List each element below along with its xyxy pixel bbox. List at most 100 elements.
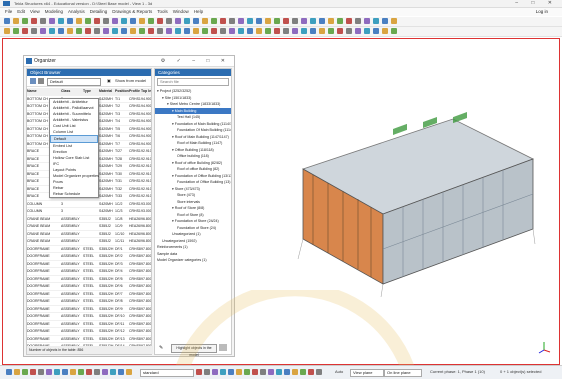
selection-switch-icon[interactable] [284, 369, 290, 375]
toolbar-button-icon[interactable] [229, 28, 235, 34]
snap-toggle-icon[interactable] [6, 369, 12, 375]
toolbar-button-icon[interactable] [265, 18, 271, 24]
toolbar-button-icon[interactable] [256, 18, 262, 24]
toolbar-button-icon[interactable] [202, 18, 208, 24]
toolbar-button-icon[interactable] [184, 28, 190, 34]
toolbar-button-icon[interactable] [139, 18, 145, 24]
table-row[interactable]: DOORFRAME ASSEMBLYSTEEL S355J2HDF/13 CRHS80… [27, 336, 151, 343]
toolbar-button-icon[interactable] [31, 18, 37, 24]
toolbar-button-icon[interactable] [103, 18, 109, 24]
toolbar-button-icon[interactable] [364, 18, 370, 24]
snap-toggle-icon[interactable] [94, 369, 100, 375]
toolbar-button-icon[interactable] [256, 28, 262, 34]
snap-toggle-icon[interactable] [14, 369, 20, 375]
snap-toggle-icon[interactable] [54, 369, 60, 375]
toolbar-button-icon[interactable] [112, 28, 118, 34]
selection-switch-icon[interactable] [276, 369, 282, 375]
toolbar-button-icon[interactable] [211, 18, 217, 24]
selection-switch-icon[interactable] [300, 369, 306, 375]
toolbar-button-icon[interactable] [247, 28, 253, 34]
filter-icon[interactable] [219, 344, 227, 351]
selection-switch-icon[interactable] [220, 369, 226, 375]
table-row[interactable]: COLUMN 3 S420MH1C/3 CRHS12093.000 [27, 208, 151, 216]
toolbar-button-icon[interactable] [283, 18, 289, 24]
toolbar-button-icon[interactable] [346, 28, 352, 34]
category-tree-node[interactable]: Model Organizer categories (1) [155, 257, 231, 264]
toolbar-button-icon[interactable] [85, 28, 91, 34]
snap-toggle-icon[interactable] [86, 369, 92, 375]
toolbar-button-icon[interactable] [166, 18, 172, 24]
selection-switch-icon[interactable] [316, 369, 322, 375]
toolbar-button-icon[interactable] [202, 28, 208, 34]
toolbar-button-icon[interactable] [337, 18, 343, 24]
snap-toggle-icon[interactable] [22, 369, 28, 375]
snap-toggle-icon[interactable] [118, 369, 124, 375]
menu-item-file[interactable]: File [5, 8, 12, 16]
selection-switch-icon[interactable] [308, 369, 314, 375]
menu-item-modeling[interactable]: Modeling [45, 8, 63, 16]
toolbar-button-icon[interactable] [247, 18, 253, 24]
mode-select[interactable]: standard [140, 369, 194, 377]
selection-switch-icon[interactable] [292, 369, 298, 375]
toolbar-button-icon[interactable] [355, 18, 361, 24]
toolbar-button-icon[interactable] [391, 28, 397, 34]
selection-switch-icon[interactable] [236, 369, 242, 375]
table-row[interactable]: DOORFRAME ASSEMBLYSTEEL S355J2HDF/2 CRHS809… [27, 253, 151, 261]
table-row[interactable]: DOORFRAME ASSEMBLYSTEEL S355J2HDF/11 CRHS80… [27, 321, 151, 328]
3d-building-model[interactable] [283, 99, 543, 299]
table-row[interactable]: CRANE BEAM ASSEMBLY S355J2 1C/11 HEA26096.80… [27, 238, 151, 246]
toolbar-button-icon[interactable] [274, 28, 280, 34]
table-row[interactable]: DOORFRAME ASSEMBLYSTEEL S355J2HDF/5 CRHS809… [27, 276, 151, 283]
snap-toggle-icon[interactable] [102, 369, 108, 375]
toolbar-button-icon[interactable] [49, 18, 55, 24]
snap-toggle-icon[interactable] [110, 369, 116, 375]
add-icon[interactable] [30, 78, 36, 84]
table-row[interactable]: DOORFRAME ASSEMBLYSTEEL S355J2HDF/4 CRHS809… [27, 268, 151, 276]
dropdown-option[interactable]: Default [50, 135, 98, 143]
toolbar-button-icon[interactable] [292, 18, 298, 24]
view-plane-select[interactable]: View plane [350, 369, 384, 377]
column-header[interactable]: Position number [115, 88, 129, 95]
toolbar-button-icon[interactable] [175, 28, 181, 34]
toolbar-button-icon[interactable] [229, 18, 235, 24]
toolbar-button-icon[interactable] [103, 28, 109, 34]
toolbar-button-icon[interactable] [94, 18, 100, 24]
toolbar-button-icon[interactable] [130, 28, 136, 34]
snap-toggle-icon[interactable] [126, 369, 132, 375]
menu-item-detailing[interactable]: Detailing [90, 8, 108, 16]
column-header[interactable]: Class [61, 88, 83, 95]
toolbar-button-icon[interactable] [49, 28, 55, 34]
selection-switch-icon[interactable] [244, 369, 250, 375]
selection-switch-icon[interactable] [268, 369, 274, 375]
toolbar-button-icon[interactable] [22, 18, 28, 24]
toolbar-button-icon[interactable] [76, 28, 82, 34]
toolbar-button-icon[interactable] [40, 18, 46, 24]
toolbar-button-icon[interactable] [310, 28, 316, 34]
table-row[interactable]: DOORFRAME ASSEMBLYSTEEL S355J2HDF/10 CRHS80… [27, 313, 151, 321]
toolbar-button-icon[interactable] [13, 28, 19, 34]
toolbar-button-icon[interactable] [301, 18, 307, 24]
table-row[interactable]: COLUMN 3 S420MH1C/2 CRHS12093.000 [27, 201, 151, 208]
toolbar-button-icon[interactable] [220, 18, 226, 24]
table-row[interactable]: CRANE BEAM ASSEMBLY S355J2 1C/10 HEA26096.80… [27, 231, 151, 238]
menu-item-analysis[interactable]: Analysis [68, 8, 85, 16]
selection-switch-icon[interactable] [196, 369, 202, 375]
dropdown-option[interactable]: Rebar Schedule [50, 191, 98, 197]
toolbar-button-icon[interactable] [238, 28, 244, 34]
toolbar-button-icon[interactable] [301, 28, 307, 34]
table-row[interactable]: CRANE BEAM ASSEMBLY S355J2 1C/8 HEA26096.800 [27, 216, 151, 223]
toolbar-button-icon[interactable] [328, 18, 334, 24]
table-row[interactable]: CRANE BEAM ASSEMBLY S355J2 1C/9 HEA26096.800 [27, 223, 151, 231]
menu-item-help[interactable]: Help [194, 8, 203, 16]
table-row[interactable]: DOORFRAME ASSEMBLYSTEEL S355J2HDF/12 CRHS80… [27, 328, 151, 336]
toolbar-button-icon[interactable] [94, 28, 100, 34]
toolbar-button-icon[interactable] [85, 18, 91, 24]
toolbar-button-icon[interactable] [31, 28, 37, 34]
menu-item-window[interactable]: Window [173, 8, 189, 16]
snap-toggle-icon[interactable] [78, 369, 84, 375]
toolbar-button-icon[interactable] [13, 18, 19, 24]
snap-toggle-icon[interactable] [70, 369, 76, 375]
column-header[interactable]: Profile [129, 88, 141, 95]
property-set-select[interactable]: Default [47, 78, 101, 86]
login-link[interactable]: Log in [536, 8, 548, 16]
